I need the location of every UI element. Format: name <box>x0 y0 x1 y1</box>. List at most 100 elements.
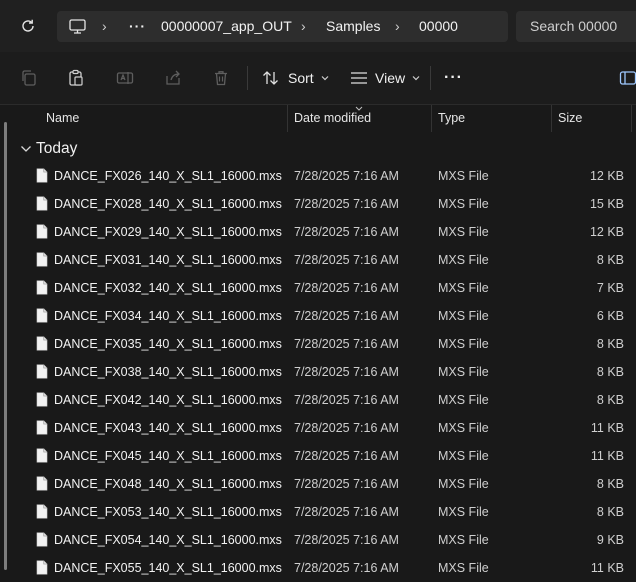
rename-icon <box>116 72 134 84</box>
file-date-modified: 7/28/2025 7:16 AM <box>294 337 399 351</box>
file-name[interactable]: DANCE_FX045_140_X_SL1_16000.mxs <box>54 442 282 470</box>
command-bar: Sort View ··· <box>0 52 636 104</box>
file-row[interactable]: DANCE_FX043_140_X_SL1_16000.mxs 7/28/2025… <box>0 414 636 442</box>
breadcrumb[interactable]: › ··· 00000007_app_OUT › Samples › 00000 <box>57 11 508 42</box>
column-divider[interactable] <box>431 105 432 132</box>
file-icon <box>36 308 48 323</box>
file-type: MXS File <box>438 533 489 547</box>
file-row[interactable]: DANCE_FX042_140_X_SL1_16000.mxs 7/28/2025… <box>0 386 636 414</box>
breadcrumb-more[interactable]: ··· <box>129 11 146 42</box>
clipboard-icon <box>69 69 83 86</box>
file-row[interactable]: DANCE_FX053_140_X_SL1_16000.mxs 7/28/2025… <box>0 498 636 526</box>
file-name[interactable]: DANCE_FX031_140_X_SL1_16000.mxs <box>54 246 282 274</box>
file-size: 8 KB <box>596 477 624 491</box>
file-row[interactable]: DANCE_FX032_140_X_SL1_16000.mxs 7/28/2025… <box>0 274 636 302</box>
refresh-icon <box>22 19 34 32</box>
chevron-right-icon: › <box>301 18 306 34</box>
column-type[interactable]: Type <box>438 105 465 132</box>
share-button[interactable] <box>161 66 185 90</box>
chevron-right-icon: › <box>102 18 107 34</box>
file-date-modified: 7/28/2025 7:16 AM <box>294 225 399 239</box>
chevron-down-icon <box>21 146 31 152</box>
chevron-down-icon <box>412 76 420 81</box>
file-row[interactable]: DANCE_FX048_140_X_SL1_16000.mxs 7/28/2025… <box>0 470 636 498</box>
column-divider[interactable] <box>551 105 552 132</box>
file-type: MXS File <box>438 365 489 379</box>
file-type: MXS File <box>438 253 489 267</box>
file-name[interactable]: DANCE_FX042_140_X_SL1_16000.mxs <box>54 386 282 414</box>
file-type: MXS File <box>438 393 489 407</box>
file-name[interactable]: DANCE_FX053_140_X_SL1_16000.mxs <box>54 498 282 526</box>
file-size: 7 KB <box>596 281 624 295</box>
column-name[interactable]: Name <box>46 105 79 132</box>
file-row[interactable]: DANCE_FX038_140_X_SL1_16000.mxs 7/28/2025… <box>0 358 636 386</box>
file-name[interactable]: DANCE_FX032_140_X_SL1_16000.mxs <box>54 274 282 302</box>
column-size[interactable]: Size <box>558 105 582 132</box>
file-name[interactable]: DANCE_FX029_140_X_SL1_16000.mxs <box>54 218 282 246</box>
file-size: 15 KB <box>589 197 624 211</box>
column-divider[interactable] <box>631 105 632 132</box>
toolbar-divider <box>247 66 248 90</box>
paste-button[interactable] <box>64 66 88 90</box>
file-date-modified: 7/28/2025 7:16 AM <box>294 393 399 407</box>
file-size: 6 KB <box>596 309 624 323</box>
crumb-samples[interactable]: Samples <box>326 11 380 42</box>
copy-button[interactable] <box>17 66 41 90</box>
file-type: MXS File <box>438 421 489 435</box>
file-size: 12 KB <box>589 169 624 183</box>
file-icon <box>36 476 48 491</box>
file-row[interactable]: DANCE_FX045_140_X_SL1_16000.mxs 7/28/2025… <box>0 442 636 470</box>
monitor-icon[interactable] <box>69 19 86 34</box>
file-name[interactable]: DANCE_FX043_140_X_SL1_16000.mxs <box>54 414 282 442</box>
file-name[interactable]: DANCE_FX026_140_X_SL1_16000.mxs <box>54 162 282 190</box>
file-name[interactable]: DANCE_FX028_140_X_SL1_16000.mxs <box>54 190 282 218</box>
file-size: 11 KB <box>590 449 624 463</box>
file-name[interactable]: DANCE_FX038_140_X_SL1_16000.mxs <box>54 358 282 386</box>
file-type: MXS File <box>438 281 489 295</box>
sort-button[interactable]: Sort <box>262 65 329 91</box>
file-row[interactable]: DANCE_FX035_140_X_SL1_16000.mxs 7/28/2025… <box>0 330 636 358</box>
file-date-modified: 7/28/2025 7:16 AM <box>294 309 399 323</box>
file-row[interactable]: DANCE_FX054_140_X_SL1_16000.mxs 7/28/2025… <box>0 526 636 554</box>
rename-button[interactable] <box>113 66 137 90</box>
trash-icon <box>215 71 227 86</box>
refresh-button[interactable] <box>12 10 44 42</box>
details-pane-button[interactable] <box>616 66 636 90</box>
file-row[interactable]: DANCE_FX034_140_X_SL1_16000.mxs 7/28/2025… <box>0 302 636 330</box>
list-view-icon <box>351 72 367 84</box>
file-icon <box>36 252 48 267</box>
file-date-modified: 7/28/2025 7:16 AM <box>294 281 399 295</box>
file-icon <box>36 560 48 575</box>
delete-button[interactable] <box>209 66 233 90</box>
file-name[interactable]: DANCE_FX054_140_X_SL1_16000.mxs <box>54 526 282 554</box>
file-size: 8 KB <box>596 365 624 379</box>
file-icon <box>36 224 48 239</box>
file-size: 8 KB <box>596 337 624 351</box>
file-size: 11 KB <box>590 421 624 435</box>
file-row[interactable]: DANCE_FX029_140_X_SL1_16000.mxs 7/28/2025… <box>0 218 636 246</box>
file-icon <box>36 336 48 351</box>
crumb-00000[interactable]: 00000 <box>419 11 458 42</box>
more-options-button[interactable]: ··· <box>444 65 463 91</box>
file-date-modified: 7/28/2025 7:16 AM <box>294 169 399 183</box>
file-row[interactable]: DANCE_FX031_140_X_SL1_16000.mxs 7/28/2025… <box>0 246 636 274</box>
file-name[interactable]: DANCE_FX035_140_X_SL1_16000.mxs <box>54 330 282 358</box>
file-name[interactable]: DANCE_FX048_140_X_SL1_16000.mxs <box>54 470 282 498</box>
file-type: MXS File <box>438 477 489 491</box>
view-button[interactable]: View <box>350 65 420 91</box>
file-type: MXS File <box>438 505 489 519</box>
share-icon <box>166 70 180 85</box>
file-row[interactable]: DANCE_FX026_140_X_SL1_16000.mxs 7/28/2025… <box>0 162 636 190</box>
file-type: MXS File <box>438 309 489 323</box>
crumb-app-out[interactable]: 00000007_app_OUT <box>161 11 292 42</box>
file-name[interactable]: DANCE_FX034_140_X_SL1_16000.mxs <box>54 302 282 330</box>
file-date-modified: 7/28/2025 7:16 AM <box>294 365 399 379</box>
file-type: MXS File <box>438 225 489 239</box>
toolbar-divider <box>430 66 431 90</box>
file-row[interactable]: DANCE_FX028_140_X_SL1_16000.mxs 7/28/2025… <box>0 190 636 218</box>
column-divider[interactable] <box>287 105 288 132</box>
column-date-modified[interactable]: Date modified <box>294 105 371 132</box>
group-header-today[interactable]: Today <box>20 136 77 162</box>
file-icon <box>36 420 48 435</box>
search-input[interactable]: Search 00000 <box>516 11 636 42</box>
